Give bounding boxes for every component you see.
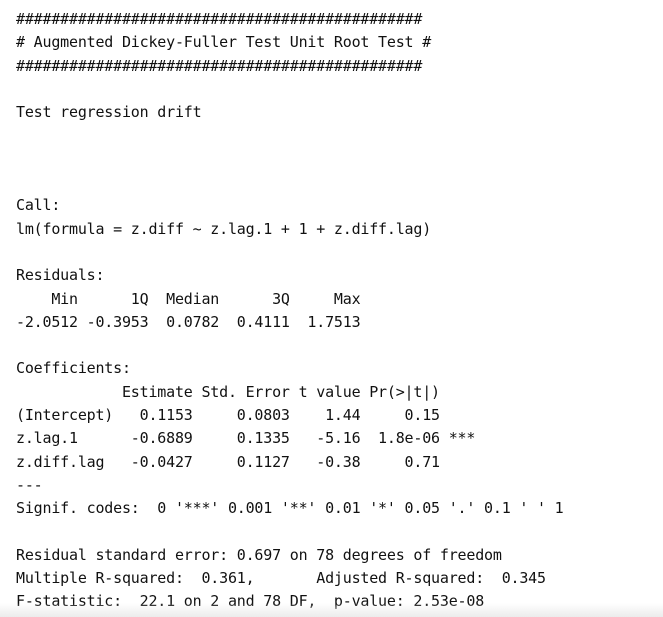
call-formula: lm(formula = z.diff ~ z.lag.1 + 1 + z.di…: [16, 219, 432, 238]
bottom-edge-shadow: [0, 603, 663, 617]
residual-standard-error: Residual standard error: 0.697 on 78 deg…: [16, 545, 502, 564]
r-console-output: ########################################…: [16, 8, 661, 614]
coefficient-row-z-diff-lag: z.diff.lag -0.0427 0.1127 -0.38 0.71: [16, 452, 476, 471]
residuals-values-row: -2.0512 -0.3953 0.0782 0.4111 1.7513: [16, 312, 370, 331]
coefficients-label: Coefficients:: [16, 359, 131, 378]
header-title: # Augmented Dickey-Fuller Test Unit Root…: [16, 33, 432, 52]
test-regression-label: Test regression drift: [16, 103, 202, 122]
residuals-header-row: Min 1Q Median 3Q Max: [16, 289, 370, 308]
coefficients-separator: ---: [16, 475, 43, 494]
coefficient-row-z-lag-1: z.lag.1 -0.6889 0.1335 -5.16 1.8e-06 ***: [16, 429, 476, 448]
signif-codes: Signif. codes: 0 '***' 0.001 '**' 0.01 '…: [16, 499, 564, 518]
call-label: Call:: [16, 196, 61, 215]
coefficient-row-intercept: (Intercept) 0.1153 0.0803 1.44 0.15: [16, 406, 476, 425]
r-squared-line: Multiple R-squared: 0.361, Adjusted R-sq…: [16, 569, 555, 588]
residuals-label: Residuals:: [16, 266, 105, 285]
header-border-top: ########################################…: [16, 10, 423, 28]
header-border-bottom: ########################################…: [16, 56, 423, 75]
coefficients-header-row: Estimate Std. Error t value Pr(>|t|): [16, 382, 476, 401]
